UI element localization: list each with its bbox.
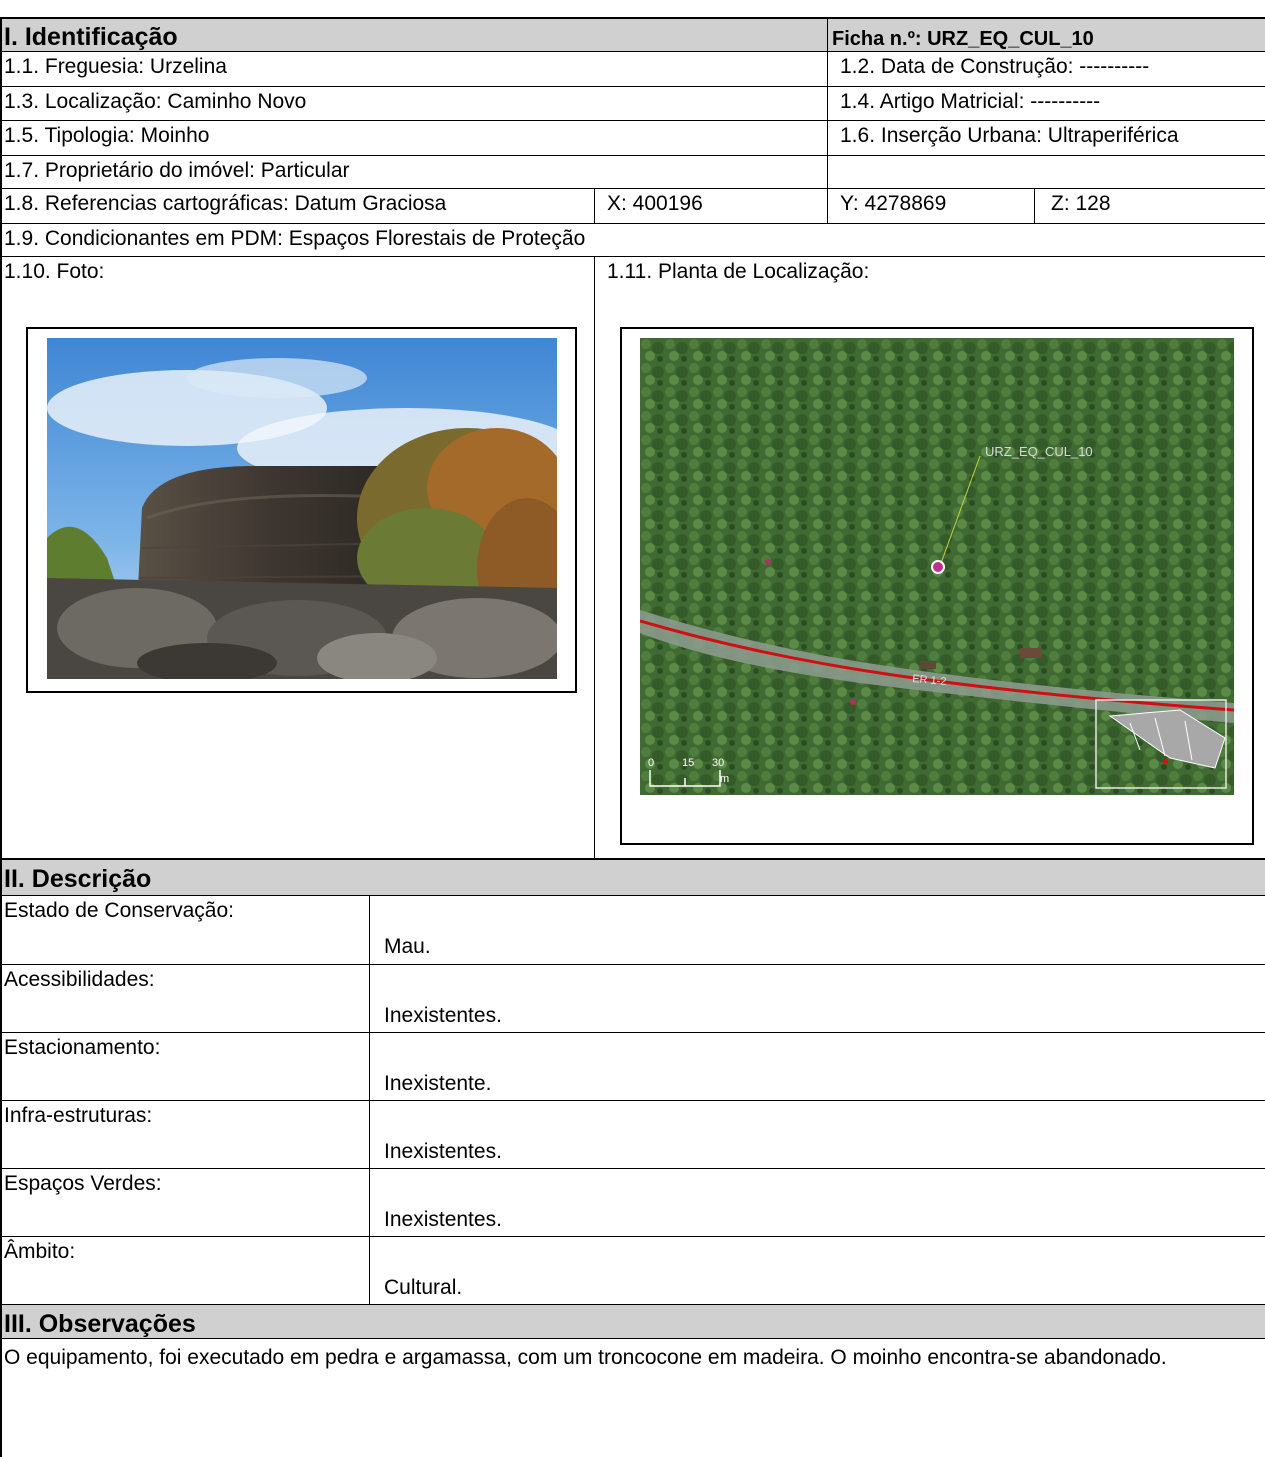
coord-x: X: 400196 — [607, 192, 703, 215]
descricao-label-ambito: Âmbito: — [4, 1240, 76, 1263]
section-descricao-title: II. Descrição — [0, 860, 1265, 896]
tipologia: 1.5. Tipologia: Moinho — [4, 124, 210, 147]
map-feature-label: URZ_EQ_CUL_10 — [985, 444, 1093, 459]
table-border — [594, 256, 595, 859]
table-border — [0, 1100, 1265, 1101]
table-border — [0, 895, 1265, 896]
table-border — [0, 1168, 1265, 1169]
location-map-frame: URZ_EQ_CUL_10 ER 1-2 0 15 30 m — [620, 327, 1254, 845]
table-border — [0, 188, 1265, 189]
descricao-label-conservacao: Estado de Conservação: — [4, 899, 234, 922]
table-border — [0, 120, 1265, 121]
freguesia: 1.1. Freguesia: Urzelina — [4, 55, 227, 78]
table-border — [0, 17, 2, 1457]
insercao-urbana: 1.6. Inserção Urbana: Ultraperiférica — [840, 124, 1179, 147]
scale-unit: m — [720, 773, 729, 785]
windmill-photo — [47, 338, 557, 679]
table-border — [0, 1236, 1265, 1237]
descricao-label-estacionamento: Estacionamento: — [4, 1036, 161, 1059]
table-border — [0, 86, 1265, 87]
record-sheet: I. Identificação Ficha n.º: URZ_EQ_CUL_1… — [0, 0, 1265, 1457]
table-border — [0, 17, 1265, 19]
descricao-value-estacionamento: Inexistente. — [384, 1072, 492, 1095]
table-border — [0, 1338, 1265, 1339]
observacoes-text: O equipamento, foi executado em pedra e … — [4, 1346, 1167, 1369]
referencias-cartograficas: 1.8. Referencias cartográficas: Datum Gr… — [4, 192, 447, 215]
table-border — [0, 223, 1265, 224]
ficha-number: Ficha n.º: URZ_EQ_CUL_10 — [828, 18, 1265, 52]
descricao-label-infraestruturas: Infra-estruturas: — [4, 1104, 153, 1127]
section-identificacao-title: I. Identificação — [0, 18, 828, 52]
table-border — [0, 1304, 1265, 1305]
localizacao: 1.3. Localização: Caminho Novo — [4, 90, 307, 113]
descricao-value-acessibilidades: Inexistentes. — [384, 1004, 502, 1027]
table-border — [1034, 188, 1035, 224]
scale-label-0: 0 — [648, 757, 654, 769]
descricao-value-espacos-verdes: Inexistentes. — [384, 1208, 502, 1231]
descricao-value-infraestruturas: Inexistentes. — [384, 1140, 502, 1163]
photo-frame — [26, 327, 577, 693]
table-border — [0, 858, 1265, 860]
table-border — [0, 256, 1265, 257]
scale-label-30: 30 — [712, 757, 724, 769]
table-border — [0, 51, 1265, 52]
section-observacoes-title: III. Observações — [0, 1305, 1265, 1339]
table-border — [594, 188, 595, 224]
table-border — [369, 895, 370, 1305]
descricao-label-acessibilidades: Acessibilidades: — [4, 968, 155, 991]
descricao-value-ambito: Cultural. — [384, 1276, 463, 1299]
table-border — [827, 17, 828, 224]
descricao-label-espacos-verdes: Espaços Verdes: — [4, 1172, 162, 1195]
data-construcao: 1.2. Data de Construção: ---------- — [840, 55, 1150, 78]
descricao-value-conservacao: Mau. — [384, 935, 431, 958]
table-border — [0, 1032, 1265, 1033]
coord-y: Y: 4278869 — [840, 192, 947, 215]
coord-z: Z: 128 — [1051, 192, 1111, 215]
table-border — [0, 964, 1265, 965]
planta-label: 1.11. Planta de Localização: — [607, 260, 870, 283]
proprietario: 1.7. Proprietário do imóvel: Particular — [4, 159, 350, 182]
scale-label-15: 15 — [682, 757, 694, 769]
artigo-matricial: 1.4. Artigo Matricial: ---------- — [840, 90, 1101, 113]
condicionantes-pdm: 1.9. Condicionantes em PDM: Espaços Flor… — [4, 227, 586, 250]
foto-label: 1.10. Foto: — [4, 260, 105, 283]
aerial-map: URZ_EQ_CUL_10 ER 1-2 0 15 30 m — [640, 338, 1234, 795]
table-border — [0, 155, 1265, 156]
